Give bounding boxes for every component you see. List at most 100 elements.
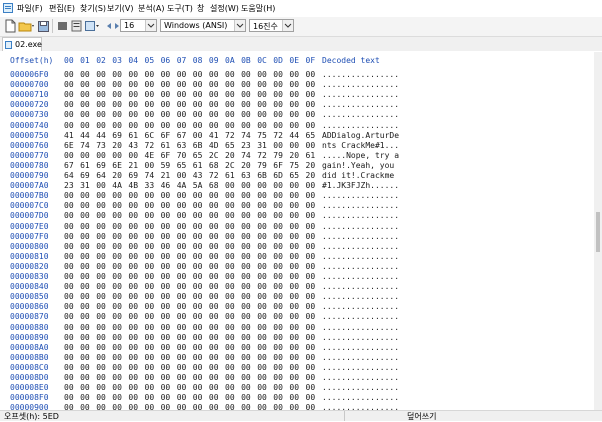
hex-byte[interactable]: 00 — [128, 242, 138, 251]
hex-byte[interactable]: 6D — [273, 171, 283, 180]
hex-byte[interactable]: 00 — [289, 302, 299, 311]
hex-byte[interactable]: 00 — [177, 262, 187, 271]
hex-byte[interactable]: 00 — [193, 201, 203, 210]
hex-byte[interactable]: 00 — [80, 100, 90, 109]
hex-byte[interactable]: 00 — [161, 70, 171, 79]
decoded-text[interactable]: ................ — [322, 343, 399, 352]
hex-byte[interactable]: 00 — [225, 242, 235, 251]
hex-byte[interactable]: 00 — [128, 211, 138, 220]
hex-byte[interactable]: 5A — [193, 181, 203, 190]
hex-byte[interactable]: 75 — [257, 131, 267, 140]
hex-byte[interactable]: 00 — [177, 121, 187, 130]
hex-byte[interactable]: 00 — [241, 100, 251, 109]
hex-byte[interactable]: 4B — [128, 181, 138, 190]
hex-byte[interactable]: 00 — [241, 211, 251, 220]
decoded-text[interactable]: ................ — [322, 191, 399, 200]
hex-byte[interactable]: 00 — [257, 373, 267, 382]
hex-byte[interactable]: 00 — [209, 272, 219, 281]
hex-byte[interactable]: 00 — [112, 191, 122, 200]
hex-byte[interactable]: 00 — [177, 80, 187, 89]
hex-byte[interactable]: 00 — [80, 323, 90, 332]
hex-byte[interactable]: 6E — [64, 141, 74, 150]
hex-byte[interactable]: 00 — [241, 393, 251, 402]
hex-byte[interactable]: 00 — [289, 110, 299, 119]
hex-byte[interactable]: 00 — [306, 191, 316, 200]
decoded-text[interactable]: ................ — [322, 312, 399, 321]
chevron-down-icon[interactable] — [145, 20, 156, 31]
hex-byte[interactable]: 64 — [96, 171, 106, 180]
menu-analysis[interactable]: 분석(A) — [138, 3, 164, 14]
hex-byte[interactable]: 00 — [64, 191, 74, 200]
vertical-scrollbar[interactable] — [594, 52, 602, 410]
hex-byte[interactable]: 00 — [225, 121, 235, 130]
hex-byte[interactable]: 00 — [177, 323, 187, 332]
hex-byte[interactable]: 00 — [306, 181, 316, 190]
hex-byte[interactable]: 00 — [209, 333, 219, 342]
hex-byte[interactable]: 00 — [177, 201, 187, 210]
hex-byte[interactable]: 00 — [96, 323, 106, 332]
hex-byte[interactable]: 00 — [289, 242, 299, 251]
hex-byte[interactable]: 00 — [64, 100, 74, 109]
hex-byte[interactable]: 74 — [241, 131, 251, 140]
hex-byte[interactable]: 44 — [80, 131, 90, 140]
hex-byte[interactable]: 00 — [225, 211, 235, 220]
hex-byte[interactable]: 00 — [96, 353, 106, 362]
hex-byte[interactable]: 00 — [96, 181, 106, 190]
hex-byte[interactable]: 00 — [193, 333, 203, 342]
hex-byte[interactable]: 00 — [128, 383, 138, 392]
hex-byte[interactable]: 44 — [96, 131, 106, 140]
hex-byte[interactable]: 00 — [161, 242, 171, 251]
hex-byte[interactable]: 00 — [225, 191, 235, 200]
hex-byte[interactable]: 00 — [161, 353, 171, 362]
hex-byte[interactable]: 00 — [96, 151, 106, 160]
hex-byte[interactable]: 00 — [225, 80, 235, 89]
hex-byte[interactable]: 00 — [64, 121, 74, 130]
hex-byte[interactable]: 00 — [241, 353, 251, 362]
hex-byte[interactable]: 00 — [145, 110, 155, 119]
hex-byte[interactable]: 00 — [257, 272, 267, 281]
hex-byte[interactable]: 00 — [193, 363, 203, 372]
hex-byte[interactable]: 00 — [145, 383, 155, 392]
hex-byte[interactable]: 00 — [289, 191, 299, 200]
hex-byte[interactable]: 00 — [273, 272, 283, 281]
hex-byte[interactable]: 00 — [112, 282, 122, 291]
hex-byte[interactable]: 00 — [128, 121, 138, 130]
hex-byte[interactable]: 00 — [112, 151, 122, 160]
hex-byte[interactable]: 65 — [177, 161, 187, 170]
new-file-icon[interactable] — [4, 19, 17, 33]
decoded-text[interactable]: ................ — [322, 110, 399, 119]
hex-byte[interactable]: 41 — [64, 131, 74, 140]
hex-byte[interactable]: 74 — [80, 141, 90, 150]
hex-byte[interactable]: 00 — [289, 272, 299, 281]
hex-byte[interactable]: 00 — [96, 272, 106, 281]
hex-byte[interactable]: 00 — [273, 353, 283, 362]
hex-byte[interactable]: 00 — [128, 353, 138, 362]
hex-byte[interactable]: 00 — [128, 393, 138, 402]
hex-byte[interactable]: 00 — [257, 292, 267, 301]
hex-byte[interactable]: 00 — [177, 70, 187, 79]
open-folder-icon[interactable] — [18, 19, 35, 33]
hex-byte[interactable]: 00 — [273, 282, 283, 291]
hex-byte[interactable]: 00 — [177, 312, 187, 321]
encoding-select[interactable]: Windows (ANSI) — [160, 19, 246, 32]
decoded-text[interactable]: ................ — [322, 80, 399, 89]
menu-edit[interactable]: 편집(E) — [49, 3, 75, 14]
hex-byte[interactable]: 00 — [128, 373, 138, 382]
decoded-text[interactable]: nts CrackMe#1... — [322, 141, 399, 150]
hex-byte[interactable]: 00 — [80, 90, 90, 99]
decoded-text[interactable]: ................ — [322, 383, 399, 392]
hex-byte[interactable]: 00 — [193, 272, 203, 281]
hex-byte[interactable]: 00 — [225, 252, 235, 261]
hex-byte[interactable]: 00 — [257, 222, 267, 231]
hex-byte[interactable]: 69 — [80, 171, 90, 180]
hex-byte[interactable]: 00 — [177, 242, 187, 251]
hex-byte[interactable]: 00 — [257, 252, 267, 261]
hex-byte[interactable]: 00 — [193, 232, 203, 241]
hex-byte[interactable]: 00 — [289, 232, 299, 241]
hex-byte[interactable]: 00 — [257, 191, 267, 200]
hex-byte[interactable]: 00 — [241, 191, 251, 200]
hex-byte[interactable]: 00 — [161, 333, 171, 342]
hex-byte[interactable]: 00 — [306, 312, 316, 321]
hex-byte[interactable]: 00 — [273, 312, 283, 321]
hex-byte[interactable]: 00 — [193, 211, 203, 220]
